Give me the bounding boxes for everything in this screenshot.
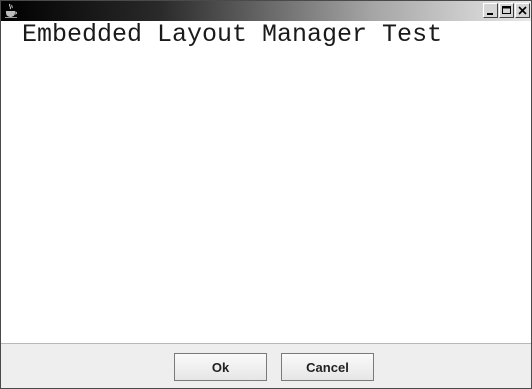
maximize-icon xyxy=(502,6,511,14)
close-icon xyxy=(518,6,527,15)
cancel-button[interactable]: Cancel xyxy=(281,353,374,381)
java-cup-icon[interactable] xyxy=(4,3,18,19)
minimize-button[interactable] xyxy=(483,3,498,18)
window-controls xyxy=(483,3,530,19)
title-bar[interactable] xyxy=(1,1,531,21)
close-button[interactable] xyxy=(515,3,530,18)
content-panel xyxy=(1,57,531,343)
button-bar: Ok Cancel xyxy=(1,343,531,388)
page-title: Embedded Layout Manager Test xyxy=(22,20,443,49)
ok-button[interactable]: Ok xyxy=(174,353,267,381)
maximize-button[interactable] xyxy=(499,3,514,18)
app-window: Embedded Layout Manager Test Ok Cancel xyxy=(0,0,532,389)
minimize-icon xyxy=(487,13,493,15)
